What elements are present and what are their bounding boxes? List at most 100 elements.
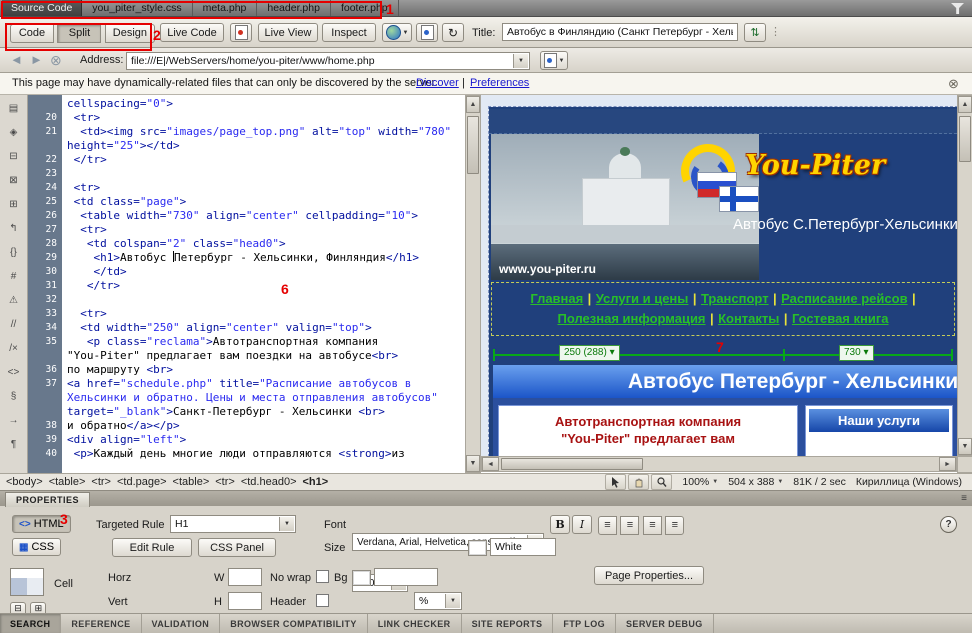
- code-line[interactable]: 35 <p class="reclama">Автотранспортная к…: [28, 335, 465, 349]
- edit-rule-button[interactable]: Edit Rule: [112, 538, 192, 557]
- results-tab-link-checker[interactable]: LINK CHECKER: [368, 614, 462, 633]
- indent-code-icon[interactable]: →: [4, 411, 24, 430]
- scrollbar-track[interactable]: [466, 113, 480, 455]
- code-line[interactable]: Хельсинки и обратно. Цены и места отправ…: [28, 391, 465, 405]
- nav-link[interactable]: Транспорт: [701, 291, 769, 306]
- properties-tab[interactable]: PROPERTIES: [5, 492, 90, 507]
- code-line[interactable]: 40 <p>Каждый день многие люди отправляют…: [28, 447, 465, 461]
- bg-color-swatch[interactable]: [352, 570, 371, 586]
- nav-link[interactable]: Главная: [530, 291, 583, 306]
- code-line[interactable]: 28 <td colspan="2" class="head0">: [28, 237, 465, 251]
- align-center-button[interactable]: ≡: [620, 516, 639, 535]
- results-tab-reference[interactable]: REFERENCE: [61, 614, 141, 633]
- code-view-button[interactable]: Code: [10, 24, 54, 43]
- dropdown-arrow-icon[interactable]: ▼: [279, 517, 294, 531]
- tag-selector-item[interactable]: <table>: [49, 476, 86, 488]
- window-size-select[interactable]: 504 x 388▼: [728, 476, 783, 488]
- css-panel-button[interactable]: CSS Panel: [198, 538, 276, 557]
- nav-link[interactable]: Гостевая книга: [792, 311, 889, 326]
- recent-snippets-icon[interactable]: §: [4, 387, 24, 406]
- nav-link[interactable]: Контакты: [718, 311, 779, 326]
- targeted-rule-select[interactable]: H1 ▼: [170, 515, 296, 533]
- nav-link[interactable]: Полезная информация: [558, 311, 706, 326]
- design-view[interactable]: www.you-piter.ru You-Piter Автобус С.Пет…: [481, 95, 957, 456]
- code-line[interactable]: 29 <h1>Автобус Петербург - Хельсинки, Фи…: [28, 251, 465, 265]
- code-line[interactable]: 27 <tr>: [28, 223, 465, 237]
- tag-selector-item[interactable]: <tr>: [215, 476, 235, 488]
- document-title-input[interactable]: [502, 23, 738, 41]
- align-left-button[interactable]: ≡: [598, 516, 617, 535]
- code-line[interactable]: target="_blank">Санкт-Петербург - Хельси…: [28, 405, 465, 419]
- scrollbar-track[interactable]: [499, 457, 939, 471]
- code-navigator-icon[interactable]: ◈: [4, 123, 24, 142]
- tag-selector-item[interactable]: <tr>: [91, 476, 111, 488]
- cell-width-input[interactable]: [228, 568, 262, 586]
- size-unit-select[interactable]: % ▼: [414, 592, 462, 610]
- preview-in-browser-button[interactable]: ▼: [382, 23, 412, 42]
- scrollbar-track[interactable]: [958, 113, 972, 438]
- source-code-tab[interactable]: Source Code: [2, 0, 82, 16]
- dropdown-arrow-icon[interactable]: ▼: [445, 594, 460, 608]
- results-tab-browser-compatibility[interactable]: BROWSER COMPATIBILITY: [220, 614, 368, 633]
- code-line[interactable]: 21 <td><img src="images/page_top.png" al…: [28, 125, 465, 139]
- design-view-button[interactable]: Design: [105, 24, 155, 43]
- address-dropdown-arrow-icon[interactable]: ▼: [513, 54, 528, 68]
- validate-markup-icon-button[interactable]: [230, 23, 252, 42]
- expand-all-icon[interactable]: ⊞: [4, 195, 24, 214]
- align-right-button[interactable]: ≡: [643, 516, 662, 535]
- zoom-tool-button[interactable]: [651, 474, 672, 490]
- code-line[interactable]: 24 <tr>: [28, 181, 465, 195]
- split-view-button[interactable]: Split: [57, 24, 101, 43]
- design-horizontal-scrollbar[interactable]: ◄ ►: [481, 456, 957, 472]
- scrollbar-thumb[interactable]: [501, 458, 643, 470]
- code-line[interactable]: 38и обратно</a></p>: [28, 419, 465, 433]
- remove-comment-icon[interactable]: /×: [4, 339, 24, 358]
- code-line[interactable]: 23: [28, 167, 465, 181]
- code-line[interactable]: 22 </tr>: [28, 153, 465, 167]
- scrollbar-thumb[interactable]: [467, 116, 479, 174]
- code-line[interactable]: 36по маршруту <br>: [28, 363, 465, 377]
- collapse-selection-icon[interactable]: ⊠: [4, 171, 24, 190]
- scrollbar-thumb[interactable]: [959, 116, 971, 162]
- help-button[interactable]: ?: [940, 516, 957, 533]
- results-tab-ftp-log[interactable]: FTP LOG: [553, 614, 616, 633]
- nav-link[interactable]: Услуги и цены: [596, 291, 689, 306]
- line-numbers-icon[interactable]: #: [4, 267, 24, 286]
- format-source-code-icon[interactable]: ¶: [4, 435, 24, 454]
- scroll-right-button[interactable]: ►: [939, 457, 956, 471]
- wrap-tag-icon[interactable]: <>: [4, 363, 24, 382]
- tag-selector-item-current[interactable]: <h1>: [303, 476, 329, 488]
- zoom-level-select[interactable]: 100%▼: [682, 476, 718, 488]
- refresh-design-view-button[interactable]: ↻: [442, 23, 464, 42]
- discover-link[interactable]: Discover: [416, 77, 459, 89]
- table-width-menu[interactable]: 730 ▾: [839, 345, 874, 361]
- tag-selector-item[interactable]: <td.head0>: [241, 476, 297, 488]
- results-tab-validation[interactable]: VALIDATION: [142, 614, 221, 633]
- select-parent-tag-icon[interactable]: ↰: [4, 219, 24, 238]
- collapse-full-tag-icon[interactable]: ⊟: [4, 147, 24, 166]
- nav-link[interactable]: Расписание рейсов: [781, 291, 907, 306]
- bg-color-input[interactable]: [374, 568, 438, 586]
- highlight-invalid-code-icon[interactable]: ⚠: [4, 291, 24, 310]
- scroll-up-button[interactable]: ▲: [466, 96, 480, 113]
- header-checkbox[interactable]: [316, 594, 329, 607]
- apply-comment-icon[interactable]: //: [4, 315, 24, 334]
- scroll-left-button[interactable]: ◄: [482, 457, 499, 471]
- bold-button[interactable]: B: [550, 515, 570, 534]
- forward-button[interactable]: ►: [30, 52, 43, 67]
- close-info-bar-button[interactable]: ⊗: [948, 76, 959, 92]
- cell-height-input[interactable]: [228, 592, 262, 610]
- address-input[interactable]: file:///E|/WebServers/home/you-piter/www…: [126, 52, 530, 70]
- text-color-input[interactable]: [490, 538, 556, 556]
- related-file-tab-stylesheet[interactable]: you_piter_style.css: [82, 0, 192, 16]
- tag-selector-item[interactable]: <body>: [6, 476, 43, 488]
- balance-braces-icon[interactable]: {}: [4, 243, 24, 262]
- code-line[interactable]: cellspacing="0">: [28, 97, 465, 111]
- tag-selector-item[interactable]: <td.page>: [117, 476, 167, 488]
- tag-selector-item[interactable]: <table>: [173, 476, 210, 488]
- hand-tool-button[interactable]: [628, 474, 649, 490]
- results-tab-search[interactable]: SEARCH: [0, 614, 61, 633]
- scroll-up-button[interactable]: ▲: [958, 96, 972, 113]
- back-button[interactable]: ◄: [10, 52, 23, 67]
- results-tab-server-debug[interactable]: SERVER DEBUG: [616, 614, 714, 633]
